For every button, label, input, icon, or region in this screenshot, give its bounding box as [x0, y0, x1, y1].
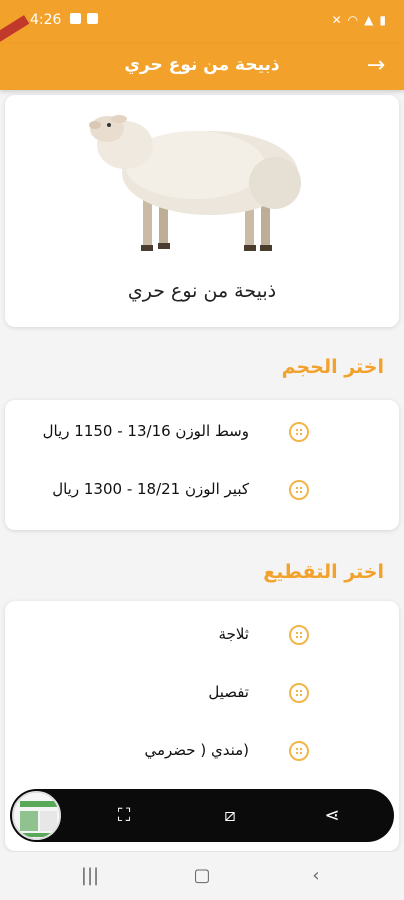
product-name: ذبيحة من نوع حري	[127, 280, 277, 302]
radio-dot-icon	[295, 689, 303, 697]
radio-dot-icon	[295, 486, 303, 494]
download-notification-icon	[87, 13, 98, 24]
radio-button[interactable]	[289, 625, 309, 645]
radio-dot-icon	[295, 631, 303, 639]
screenshot-toolbar: ⛶ ⧄ ⋖	[10, 789, 394, 842]
page-title: ذبيحة من نوع حري	[124, 55, 280, 75]
recent-apps-icon[interactable]: |||	[78, 864, 102, 888]
battery-icon: ▮	[379, 13, 386, 27]
cutting-option-label: تفصيل	[208, 683, 249, 701]
cutting-option-fridge[interactable]: ثلاجة	[5, 615, 399, 655]
home-icon[interactable]: ▢	[190, 864, 214, 888]
app-bar: ذبيحة من نوع حري →	[0, 44, 404, 90]
size-option-label: كبير الوزن 18/21 - 1300 ريال	[52, 480, 249, 498]
radio-button[interactable]	[289, 480, 309, 500]
thumbnail-image	[14, 793, 59, 838]
status-bar: 4:26 ✕ ◠ ▲ ▮	[0, 0, 404, 47]
back-button[interactable]: →	[362, 52, 390, 80]
radio-dot-icon	[295, 747, 303, 755]
status-right-icons: ✕ ◠ ▲ ▮	[332, 13, 386, 27]
share-icon[interactable]: ⋖	[319, 803, 345, 829]
crop-edit-icon[interactable]: ⧄	[217, 803, 243, 829]
status-time: 4:26	[30, 12, 62, 28]
system-navigation-bar: ||| ▢ ‹	[0, 852, 404, 900]
size-options-card: وسط الوزن 13/16 - 1150 ريال كبير الوزن 1…	[5, 400, 399, 530]
radio-button[interactable]	[289, 683, 309, 703]
size-option-large[interactable]: كبير الوزن 18/21 - 1300 ريال	[5, 470, 399, 510]
cutting-option-detail[interactable]: تفصيل	[5, 673, 399, 713]
screenshot-thumbnail[interactable]	[12, 791, 61, 840]
radio-button[interactable]	[289, 422, 309, 442]
cutting-option-label: (مندي ( حضرمي	[144, 741, 249, 759]
cutting-option-mandi[interactable]: (مندي ( حضرمي	[5, 731, 399, 771]
radio-button[interactable]	[289, 741, 309, 761]
wifi-icon: ◠	[347, 13, 359, 27]
status-left-icons	[70, 13, 98, 24]
sheep-image	[89, 115, 301, 251]
scroll-capture-icon[interactable]: ⛶	[111, 803, 137, 829]
cutting-option-label: ثلاجة	[218, 625, 249, 643]
debug-ribbon	[0, 15, 30, 47]
arrow-right-icon: →	[366, 53, 386, 78]
gallery-notification-icon	[70, 13, 81, 24]
size-option-label: وسط الوزن 13/16 - 1150 ريال	[42, 422, 249, 440]
mute-icon: ✕	[331, 13, 342, 27]
back-nav-icon[interactable]: ‹	[304, 864, 328, 888]
product-card: ذبيحة من نوع حري	[5, 95, 399, 327]
signal-icon: ▲	[364, 13, 374, 27]
cutting-section-title: اختر التقطيع	[263, 561, 384, 583]
radio-dot-icon	[295, 428, 303, 436]
size-option-medium[interactable]: وسط الوزن 13/16 - 1150 ريال	[5, 412, 399, 452]
size-section-title: اختر الحجم	[281, 356, 384, 378]
